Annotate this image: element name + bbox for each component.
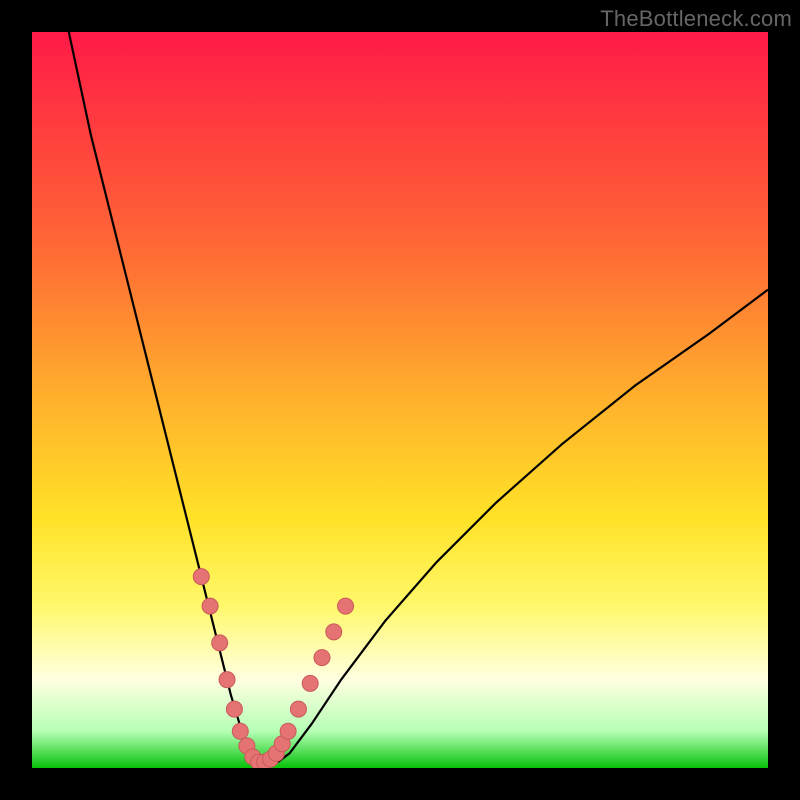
data-marker <box>219 672 235 688</box>
data-marker <box>280 723 296 739</box>
bottleneck-curve <box>69 32 768 764</box>
data-marker <box>290 701 306 717</box>
data-marker <box>232 723 248 739</box>
data-marker <box>226 701 242 717</box>
chart-frame: TheBottleneck.com <box>0 0 800 800</box>
bottleneck-curve-svg <box>32 32 768 768</box>
data-marker <box>338 598 354 614</box>
plot-area <box>32 32 768 768</box>
data-marker <box>202 598 218 614</box>
watermark-text: TheBottleneck.com <box>600 6 792 32</box>
data-marker <box>212 635 228 651</box>
data-marker <box>302 675 318 691</box>
data-marker <box>326 624 342 640</box>
data-markers <box>193 569 353 768</box>
data-marker <box>314 650 330 666</box>
data-marker <box>193 569 209 585</box>
